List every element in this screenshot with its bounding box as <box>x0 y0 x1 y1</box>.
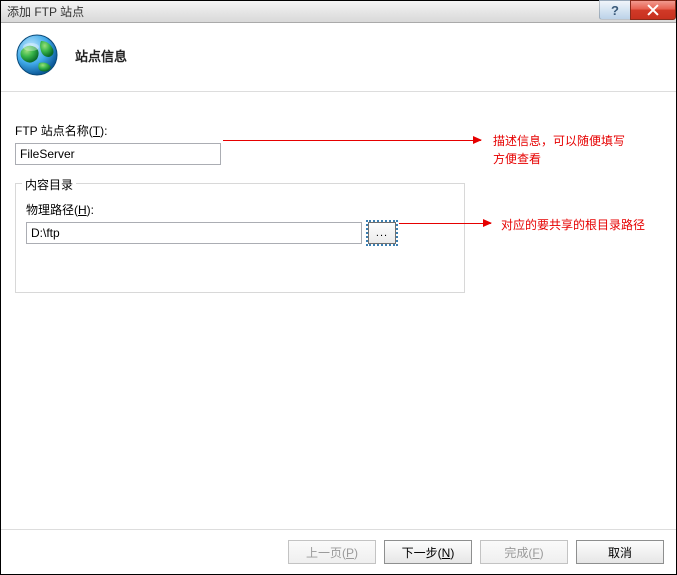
close-button[interactable] <box>630 0 676 20</box>
window-title: 添加 FTP 站点 <box>7 3 84 20</box>
help-button[interactable]: ? <box>599 0 631 20</box>
phys-path-label: 物理路径(H): <box>26 201 454 218</box>
ellipsis-icon: ... <box>376 227 388 239</box>
prev-button: 上一页(P) <box>288 540 376 564</box>
globe-icon <box>15 33 59 77</box>
annotation-arrow-1 <box>223 140 481 141</box>
content-dir-fieldset: 内容目录 物理路径(H): ... <box>15 183 465 293</box>
browse-button[interactable]: ... <box>368 222 396 244</box>
phys-path-input[interactable] <box>26 222 362 244</box>
content-area: FTP 站点名称(T): 内容目录 物理路径(H): ... 描述信息，可以随便… <box>1 92 676 529</box>
site-name-input[interactable] <box>15 143 221 165</box>
cancel-button[interactable]: 取消 <box>576 540 664 564</box>
finish-button: 完成(F) <box>480 540 568 564</box>
next-button[interactable]: 下一步(N) <box>384 540 472 564</box>
annotation-arrow-2 <box>399 223 491 224</box>
page-title: 站点信息 <box>75 46 127 65</box>
header-area: 站点信息 <box>1 23 676 92</box>
annotation-text-2: 对应的要共享的根目录路径 <box>501 216 645 234</box>
dialog-window: 添加 FTP 站点 ? <box>0 0 677 575</box>
footer: 上一页(P) 下一步(N) 完成(F) 取消 <box>1 529 676 574</box>
window-controls: ? <box>600 0 676 21</box>
fieldset-legend: 内容目录 <box>22 176 76 193</box>
help-icon: ? <box>611 3 619 18</box>
annotation-text-1: 描述信息，可以随便填写 方便查看 <box>493 132 653 168</box>
close-icon <box>647 4 659 16</box>
titlebar[interactable]: 添加 FTP 站点 ? <box>1 1 676 23</box>
